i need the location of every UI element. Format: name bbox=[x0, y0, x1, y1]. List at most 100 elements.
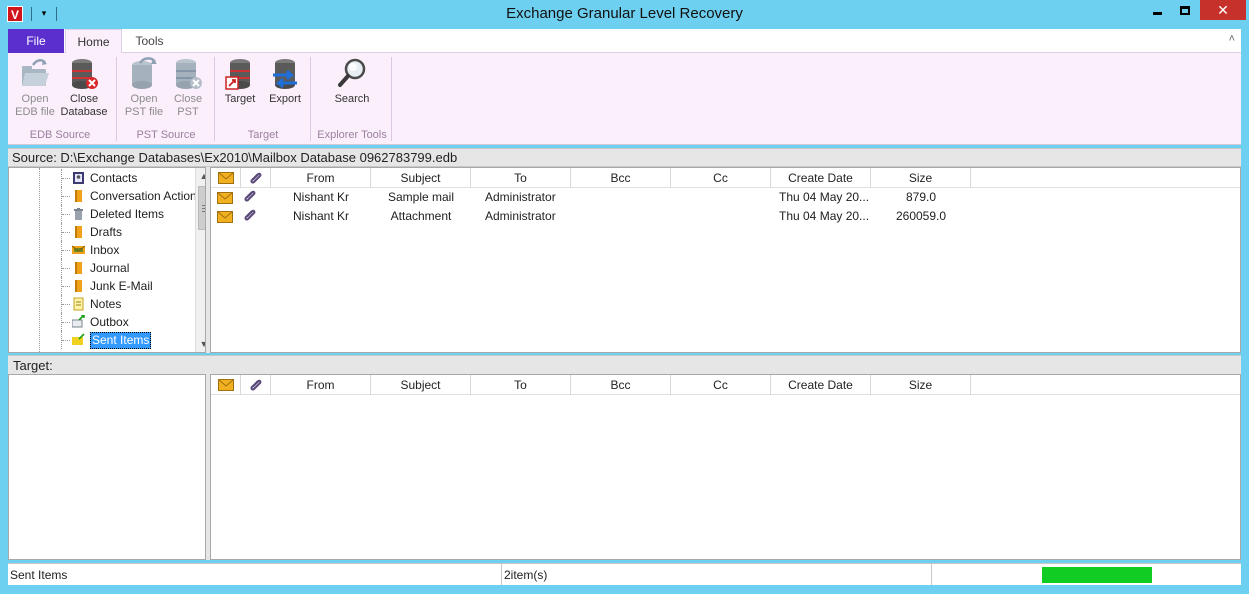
column-header[interactable]: From bbox=[271, 375, 371, 395]
column-header[interactable]: Cc bbox=[671, 375, 771, 395]
window-frame-bottom bbox=[0, 585, 1249, 594]
cell-cc bbox=[671, 207, 771, 226]
cell-subject: Sample mail bbox=[387, 190, 455, 204]
maximize-button[interactable] bbox=[1172, 0, 1198, 20]
cell-from: Nishant Kr bbox=[293, 190, 350, 204]
table-row[interactable]: Nishant Kr Attachment Administrator Thu 04 … bbox=[211, 207, 1240, 226]
message-grid[interactable]: From Subject To Bcc Cc Create Date Size Nishan… bbox=[210, 167, 1241, 353]
column-header[interactable]: From bbox=[271, 168, 371, 188]
attachment-column-icon[interactable] bbox=[241, 375, 271, 395]
ribbon-group-pst-source: Open PST file Close PST PST Source bbox=[120, 53, 212, 145]
cell-from: Nishant Kr bbox=[293, 209, 350, 223]
close-pst-button[interactable]: Close PST bbox=[168, 57, 208, 119]
tree-guide-line bbox=[62, 214, 70, 215]
tree-item[interactable]: Conversation Action Settings bbox=[9, 187, 205, 205]
scroll-up-icon[interactable]: ▲ bbox=[196, 168, 205, 184]
cell-create-date: Thu 04 May 20... bbox=[779, 209, 870, 223]
window-title: Exchange Granular Level Recovery bbox=[506, 5, 743, 22]
target-button[interactable]: Target bbox=[220, 57, 260, 106]
target-label-bar: Target: bbox=[8, 355, 1241, 374]
ribbon-group-divider bbox=[391, 57, 392, 141]
ribbon-home-panel: Open EDB file Close Database EDB Source bbox=[8, 53, 1241, 145]
tree-item-label: Drafts bbox=[90, 225, 123, 239]
tree-item[interactable]: Junk E-Mail bbox=[9, 277, 195, 295]
column-header[interactable]: Bcc bbox=[571, 168, 671, 188]
column-header[interactable]: Create Date bbox=[771, 375, 871, 395]
tab-tools[interactable]: Tools bbox=[122, 29, 177, 53]
open-pst-file-button[interactable]: Open PST file bbox=[122, 57, 166, 119]
tree-item-label: Inbox bbox=[90, 243, 120, 257]
close-database-button[interactable]: Close Database bbox=[58, 57, 110, 119]
ribbon-group-edb-source: Open EDB file Close Database EDB Source bbox=[8, 53, 112, 145]
scrollbar-thumb[interactable] bbox=[198, 186, 205, 230]
close-button[interactable]: ✕ bbox=[1200, 0, 1246, 20]
column-header[interactable]: Create Date bbox=[771, 168, 871, 188]
table-row[interactable]: Nishant Kr Sample mail Administrator Thu 04… bbox=[211, 188, 1240, 207]
progress-bar-fill bbox=[1042, 567, 1152, 583]
folder-icon bbox=[72, 225, 85, 239]
inbox-icon bbox=[71, 243, 86, 257]
tree-item[interactable]: Inbox bbox=[9, 241, 195, 259]
attachment-icon bbox=[243, 190, 259, 205]
ribbon-group-label: Target bbox=[247, 129, 279, 141]
tree-guide-line bbox=[62, 232, 70, 233]
cell-size: 260059.0 bbox=[895, 209, 947, 223]
folder-icon bbox=[72, 261, 85, 275]
tree-item[interactable]: Outbox bbox=[9, 313, 195, 331]
source-path-bar: Source: D:\Exchange Databases\Ex2010\Mai… bbox=[8, 148, 1241, 167]
ribbon-group-divider bbox=[116, 57, 117, 141]
tree-vertical-scrollbar[interactable]: ▲ ▼ bbox=[195, 168, 205, 352]
search-button[interactable]: Search bbox=[330, 57, 374, 106]
open-pst-file-label: Open PST file bbox=[124, 93, 164, 118]
tab-home[interactable]: Home bbox=[65, 29, 122, 54]
minimize-button[interactable] bbox=[1144, 0, 1170, 20]
column-header[interactable]: Subject bbox=[371, 168, 471, 188]
tree-item[interactable]: Journal bbox=[9, 259, 195, 277]
tree-item[interactable]: Sent Items bbox=[9, 331, 195, 349]
collapse-ribbon-icon[interactable]: ˄ bbox=[1229, 33, 1235, 45]
column-header[interactable]: Cc bbox=[671, 168, 771, 188]
column-header[interactable]: Size bbox=[871, 168, 971, 188]
target-message-grid[interactable]: From Subject To Bcc Cc Create Date Size bbox=[210, 374, 1241, 560]
tree-item-label: Notes bbox=[90, 297, 122, 311]
column-header[interactable]: To bbox=[471, 168, 571, 188]
tree-guide-line bbox=[62, 304, 70, 305]
export-button[interactable]: Export bbox=[264, 57, 306, 106]
tree-guide-line bbox=[62, 322, 70, 323]
ribbon-group-explorer-tools: Search Explorer Tools bbox=[312, 53, 392, 145]
export-database-icon bbox=[273, 59, 297, 89]
tree-item[interactable]: Drafts bbox=[9, 223, 195, 241]
tree-item-label: Contacts bbox=[90, 171, 138, 185]
tree-item[interactable]: Notes bbox=[9, 295, 195, 313]
scroll-down-icon[interactable]: ▼ bbox=[196, 336, 205, 352]
envelope-column-icon[interactable] bbox=[211, 168, 241, 188]
tree-item-label: Deleted Items bbox=[90, 207, 165, 221]
tree-item[interactable]: Deleted Items bbox=[9, 205, 195, 223]
grid-header: From Subject To Bcc Cc Create Date Size bbox=[211, 168, 1240, 188]
cell-to: Administrator bbox=[485, 190, 556, 204]
open-edb-file-button[interactable]: Open EDB file bbox=[12, 57, 58, 119]
envelope-column-icon[interactable] bbox=[211, 375, 241, 395]
column-header[interactable]: Subject bbox=[371, 375, 471, 395]
attachment-column-icon[interactable] bbox=[241, 168, 271, 188]
column-header[interactable]: Size bbox=[871, 375, 971, 395]
cell-size: 879.0 bbox=[905, 190, 937, 204]
export-label: Export bbox=[269, 93, 301, 105]
tab-file[interactable]: File bbox=[8, 29, 64, 53]
status-item-count: 2item(s) bbox=[502, 564, 932, 586]
status-bar: Sent Items 2item(s) bbox=[8, 563, 1241, 586]
cell-to: Administrator bbox=[485, 209, 556, 223]
envelope-icon bbox=[217, 210, 233, 224]
close-database-label: Close Database bbox=[60, 93, 108, 118]
target-folder-tree[interactable] bbox=[8, 374, 206, 560]
column-header[interactable]: Bcc bbox=[571, 375, 671, 395]
tree-item[interactable]: Contacts bbox=[9, 169, 195, 187]
progress-bar bbox=[1042, 567, 1152, 583]
column-header[interactable]: To bbox=[471, 375, 571, 395]
cell-create-date: Thu 04 May 20... bbox=[779, 190, 870, 204]
sent-items-icon bbox=[72, 333, 85, 347]
cell-cc bbox=[671, 188, 771, 207]
open-pst-icon bbox=[132, 57, 157, 89]
folder-tree[interactable]: Contacts Conversation Action Settings Dele… bbox=[8, 167, 206, 353]
tree-guide-line bbox=[62, 178, 70, 179]
